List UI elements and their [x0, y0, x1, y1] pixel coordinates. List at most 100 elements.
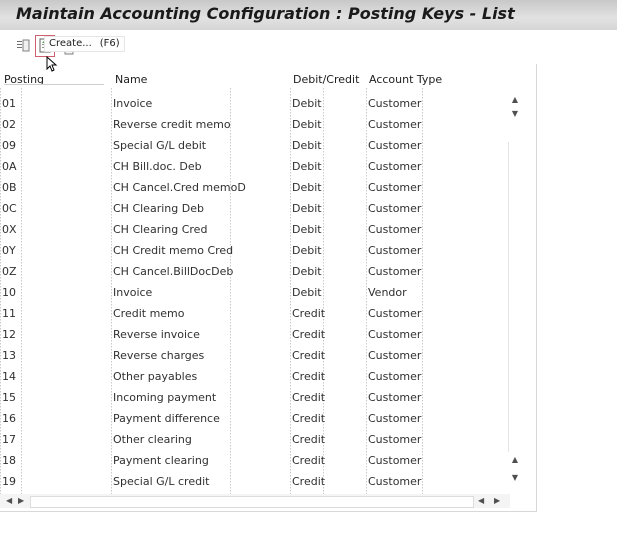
scroll-up-icon[interactable]: ▲: [511, 96, 519, 104]
details-icon[interactable]: [14, 35, 34, 57]
cell-account-type: Customer: [368, 391, 422, 404]
table-row[interactable]: 14 Other payables Credit Customer: [0, 366, 510, 387]
scroll-left-icon[interactable]: ◀: [478, 496, 484, 505]
cell-account-type: Customer: [368, 223, 422, 236]
cell-name: CH Clearing Deb: [113, 202, 204, 215]
table-row[interactable]: 0B CH Cancel.Cred memoD Debit Customer: [0, 177, 510, 198]
cell-name: Reverse credit memo: [113, 118, 231, 131]
cell-posting-key: 15: [2, 391, 16, 404]
cell-debit-credit: Debit: [292, 118, 322, 131]
cell-debit-credit: Debit: [292, 223, 322, 236]
vertical-scrollbar-track[interactable]: [508, 142, 523, 454]
cell-posting-key: 10: [2, 286, 16, 299]
posting-keys-table: Posting Name Debit/Credit Account Type 0…: [0, 64, 537, 512]
table-row[interactable]: 09 Special G/L debit Debit Customer: [0, 135, 510, 156]
vertical-scrollbar-bottom[interactable]: ▲ ▼: [508, 452, 522, 492]
cell-account-type: Customer: [368, 433, 422, 446]
table-row[interactable]: 19 Special G/L credit Credit Customer: [0, 471, 510, 492]
table-row[interactable]: 0X CH Clearing Cred Debit Customer: [0, 219, 510, 240]
table-row[interactable]: 10 Invoice Debit Vendor: [0, 282, 510, 303]
scroll-right-icon[interactable]: ▶: [18, 496, 24, 505]
cell-account-type: Customer: [368, 307, 422, 320]
tooltip-shortcut: (F6): [99, 38, 120, 49]
cell-name: Payment difference: [113, 412, 220, 425]
cell-debit-credit: Credit: [292, 307, 326, 320]
cell-posting-key: 13: [2, 349, 16, 362]
column-header-account-type[interactable]: Account Type: [369, 72, 442, 88]
cell-account-type: Vendor: [368, 286, 407, 299]
cell-name: Special G/L credit: [113, 475, 210, 488]
cell-debit-credit: Debit: [292, 202, 322, 215]
column-header-debit-credit[interactable]: Debit/Credit: [293, 72, 359, 88]
scroll-right-icon[interactable]: ▶: [494, 496, 500, 505]
cell-posting-key: 01: [2, 97, 16, 110]
table-row[interactable]: 18 Payment clearing Credit Customer: [0, 450, 510, 471]
table-row[interactable]: 0Z CH Cancel.BillDocDeb Debit Customer: [0, 261, 510, 282]
cell-account-type: Customer: [368, 412, 422, 425]
cell-posting-key: 0X: [2, 223, 17, 236]
right-pane: [537, 64, 617, 511]
table-header: Posting Name Debit/Credit Account Type: [0, 72, 510, 88]
header-divider: [4, 84, 104, 85]
cell-name: CH Cancel.BillDocDeb: [113, 265, 234, 278]
cell-name: Invoice: [113, 97, 153, 110]
table-row[interactable]: 15 Incoming payment Credit Customer: [0, 387, 510, 408]
cell-name: Other payables: [113, 370, 198, 383]
cell-name: CH Cancel.Cred memoD: [113, 181, 246, 194]
cell-debit-credit: Debit: [292, 139, 322, 152]
cell-posting-key: 18: [2, 454, 16, 467]
cell-name: Incoming payment: [113, 391, 217, 404]
cell-debit-credit: Debit: [292, 97, 322, 110]
cell-posting-key: 0A: [2, 160, 17, 173]
cell-posting-key: 09: [2, 139, 16, 152]
cell-debit-credit: Debit: [292, 181, 322, 194]
mouse-pointer-icon: [46, 55, 58, 75]
table-row[interactable]: 12 Reverse invoice Credit Customer: [0, 324, 510, 345]
scroll-down-icon[interactable]: ▼: [511, 110, 519, 118]
cell-name: CH Bill.doc. Deb: [113, 160, 202, 173]
table-row[interactable]: 13 Reverse charges Credit Customer: [0, 345, 510, 366]
cell-account-type: Customer: [368, 265, 422, 278]
vertical-scrollbar-top[interactable]: ▲ ▼: [508, 92, 522, 132]
column-header-name[interactable]: Name: [115, 72, 147, 88]
cell-posting-key: 02: [2, 118, 16, 131]
cell-debit-credit: Debit: [292, 160, 322, 173]
cell-account-type: Customer: [368, 370, 422, 383]
cell-posting-key: 16: [2, 412, 16, 425]
table-row[interactable]: 11 Credit memo Credit Customer: [0, 303, 510, 324]
table-row[interactable]: 16 Payment difference Credit Customer: [0, 408, 510, 429]
cell-posting-key: 12: [2, 328, 16, 341]
cell-debit-credit: Credit: [292, 412, 326, 425]
table-row[interactable]: 0C CH Clearing Deb Debit Customer: [0, 198, 510, 219]
cell-name: Other clearing: [113, 433, 192, 446]
scroll-down-icon[interactable]: ▼: [511, 474, 519, 482]
cell-debit-credit: Credit: [292, 349, 326, 362]
cell-account-type: Customer: [368, 244, 422, 257]
cell-debit-credit: Debit: [292, 244, 322, 257]
cell-account-type: Customer: [368, 160, 422, 173]
cell-name: Credit memo: [113, 307, 185, 320]
title-bar: Maintain Accounting Configuration : Post…: [0, 0, 617, 31]
table-row[interactable]: 01 Invoice Debit Customer: [0, 93, 510, 114]
cell-debit-credit: Credit: [292, 328, 326, 341]
cell-name: Reverse charges: [113, 349, 205, 362]
cell-debit-credit: Credit: [292, 475, 326, 488]
table-row[interactable]: 0Y CH Credit memo Cred Debit Customer: [0, 240, 510, 261]
cell-debit-credit: Credit: [292, 391, 326, 404]
cell-debit-credit: Credit: [292, 454, 326, 467]
cell-name: Invoice: [113, 286, 153, 299]
scroll-up-icon[interactable]: ▲: [511, 456, 519, 464]
horizontal-scrollbar-thumb[interactable]: [30, 496, 474, 508]
horizontal-scrollbar[interactable]: ◀ ▶ ◀ ▶: [0, 494, 510, 508]
cell-posting-key: 0Y: [2, 244, 16, 257]
scroll-left-icon[interactable]: ◀: [6, 496, 12, 505]
cell-account-type: Customer: [368, 475, 422, 488]
cell-debit-credit: Credit: [292, 370, 326, 383]
table-row[interactable]: 0A CH Bill.doc. Deb Debit Customer: [0, 156, 510, 177]
cell-posting-key: 0C: [2, 202, 17, 215]
cell-account-type: Customer: [368, 97, 422, 110]
table-row[interactable]: 17 Other clearing Credit Customer: [0, 429, 510, 450]
cell-name: CH Clearing Cred: [113, 223, 208, 236]
table-row[interactable]: 02 Reverse credit memo Debit Customer: [0, 114, 510, 135]
cell-account-type: Customer: [368, 181, 422, 194]
